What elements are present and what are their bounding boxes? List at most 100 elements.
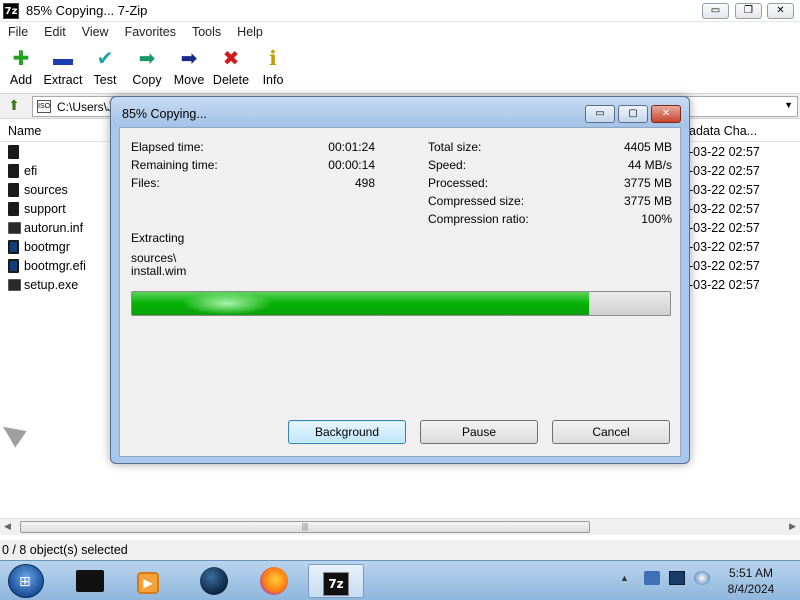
add-button[interactable]: ✚ Add [0, 42, 42, 92]
total-size-value: 4405 MB [623, 140, 672, 154]
test-button[interactable]: ✔ Test [84, 42, 126, 92]
scroll-left-icon[interactable]: ◀ [4, 521, 11, 532]
processed-label: Processed: [428, 176, 489, 190]
menu-edit[interactable]: Edit [36, 25, 74, 39]
taskbar-media-player[interactable]: ▶ [120, 564, 176, 598]
operation-label: Extracting [131, 231, 185, 245]
dialog-close-button[interactable]: ✕ [651, 105, 681, 123]
dialog-titlebar: 85% Copying... ▭ ▢ ✕ [111, 97, 689, 127]
delete-x-icon: ✖ [222, 48, 240, 70]
file-name: autorun.inf [24, 221, 84, 235]
network-icon[interactable] [643, 571, 660, 585]
move-button[interactable]: ➡ Move [168, 42, 210, 92]
delete-button[interactable]: ✖ Delete [210, 42, 252, 92]
file-date: -03-22 02:57 [689, 278, 760, 292]
chevron-down-icon[interactable]: ▼ [784, 100, 793, 110]
folder-icon [8, 202, 19, 216]
column-date[interactable]: adata Cha... [689, 124, 757, 138]
move-arrow-icon: ➡ [180, 48, 198, 70]
progress-bar-shine [182, 292, 272, 315]
scroll-right-icon[interactable]: ▶ [789, 521, 796, 532]
7zip-icon: 7z [323, 572, 349, 596]
clock-date: 8/4/2024 [727, 582, 775, 596]
file-date: -03-22 02:57 [689, 183, 760, 197]
menu-favorites[interactable]: Favorites [117, 25, 184, 39]
copy-label: Copy [132, 73, 162, 87]
taskbar-firefox[interactable] [246, 564, 302, 598]
background-button[interactable]: Background [288, 420, 406, 444]
taskbar-browser[interactable] [186, 564, 242, 598]
add-label: Add [9, 73, 33, 87]
taskbar-7zip[interactable]: 7z [308, 564, 364, 598]
close-button[interactable]: ✕ [767, 3, 794, 19]
dialog-title: 85% Copying... [122, 107, 207, 121]
menu-bar: File Edit View Favorites Tools Help [0, 22, 800, 42]
file-name: support [24, 202, 66, 216]
menu-tools[interactable]: Tools [184, 25, 229, 39]
maximize-button[interactable]: ❐ [735, 3, 762, 19]
file-date: -03-22 02:57 [689, 202, 760, 216]
elapsed-value: 00:01:24 [328, 140, 375, 154]
remaining-value: 00:00:14 [328, 158, 375, 172]
windows-logo-icon: ⊞ [19, 573, 31, 589]
current-file: install.wim [131, 264, 187, 278]
window-titlebar: 7z 85% Copying... 7-Zip ▭ ❐ ✕ [0, 0, 800, 22]
taskbar-clock[interactable]: 5:51 AM 8/4/2024 [716, 565, 786, 597]
status-bar: 0 / 8 object(s) selected [0, 540, 800, 560]
elapsed-label: Elapsed time: [131, 140, 204, 154]
file-icon [8, 259, 19, 273]
system-tray: ▲ [620, 571, 716, 585]
compression-ratio-value: 100% [641, 212, 672, 226]
info-button[interactable]: ℹ Info [252, 42, 294, 92]
dialog-maximize-button[interactable]: ▢ [618, 105, 648, 123]
clock-time: 5:51 AM [728, 566, 774, 580]
show-hidden-icons-icon[interactable]: ▲ [620, 573, 629, 583]
horizontal-scrollbar[interactable]: ◀ ||| ▶ [0, 518, 800, 535]
address-path[interactable]: C:\Users\J [57, 100, 113, 114]
cancel-button[interactable]: Cancel [552, 420, 670, 444]
column-name[interactable]: Name [8, 124, 41, 138]
check-arrow-icon: ✔ [96, 48, 114, 70]
menu-view[interactable]: View [74, 25, 117, 39]
progress-bar [131, 291, 671, 316]
firefox-icon [260, 567, 288, 595]
menu-help[interactable]: Help [229, 25, 271, 39]
file-name: bootmgr.efi [24, 259, 86, 273]
folder-dark-icon [76, 570, 104, 592]
folder-icon [8, 145, 19, 159]
minimize-button[interactable]: ▭ [702, 3, 729, 19]
globe-icon [200, 567, 228, 595]
setup-exe-icon [8, 279, 21, 291]
taskbar-file-manager[interactable] [62, 564, 118, 598]
menu-file[interactable]: File [0, 25, 36, 39]
move-label: Move [173, 73, 205, 87]
up-folder-icon[interactable]: ⬆ [4, 97, 24, 115]
file-name: efi [24, 164, 38, 178]
folder-icon [8, 164, 19, 178]
pause-button[interactable]: Pause [420, 420, 538, 444]
media-player-icon: ▶ [137, 572, 159, 594]
plus-icon: ✚ [12, 48, 30, 70]
file-date: -03-22 02:57 [689, 259, 760, 273]
volume-icon[interactable] [694, 571, 711, 585]
remaining-label: Remaining time: [131, 158, 218, 172]
copy-arrow-icon: ➡ [138, 48, 156, 70]
info-label: Info [262, 73, 284, 87]
minus-icon: ▬ [53, 48, 73, 70]
compressed-size-value: 3775 MB [623, 194, 672, 208]
copy-button[interactable]: ➡ Copy [126, 42, 168, 92]
test-label: Test [93, 73, 117, 87]
dialog-minimize-button[interactable]: ▭ [585, 105, 615, 123]
file-date: -03-22 02:57 [689, 145, 760, 159]
inf-file-icon [8, 222, 21, 234]
files-label: Files: [131, 176, 160, 190]
folder-icon [8, 183, 19, 197]
extract-button[interactable]: ▬ Extract [42, 42, 84, 92]
file-icon [8, 240, 19, 254]
dialog-body: Elapsed time: 00:01:24 Remaining time: 0… [119, 127, 681, 457]
file-name: bootmgr [24, 240, 70, 254]
scrollbar-thumb[interactable]: ||| [20, 521, 590, 533]
window-title: 85% Copying... 7-Zip [26, 3, 148, 18]
display-icon[interactable] [669, 571, 686, 585]
start-button[interactable]: ⊞ [8, 564, 44, 598]
